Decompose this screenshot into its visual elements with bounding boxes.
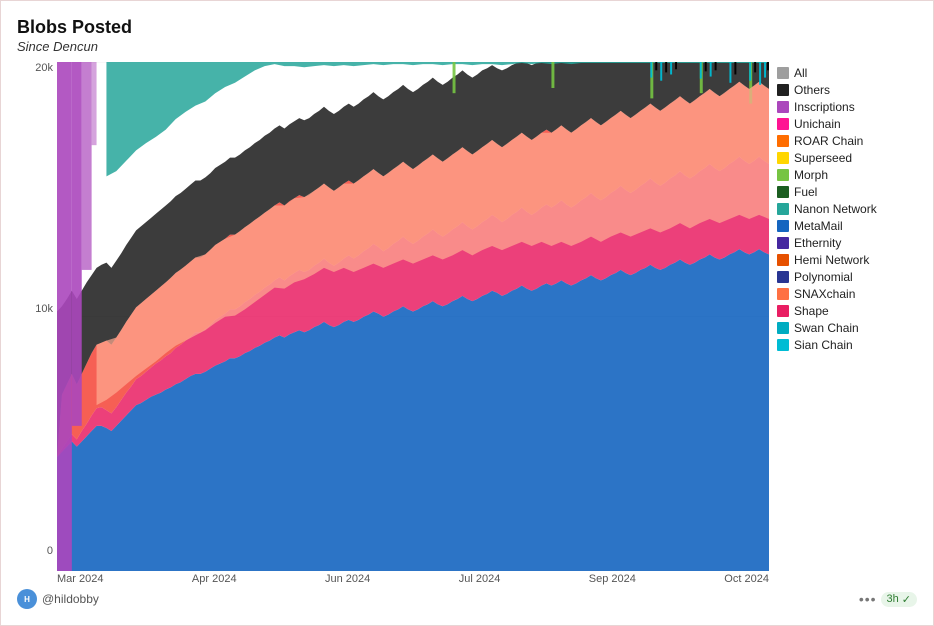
- y-label-0: 0: [47, 545, 53, 557]
- legend-item-morph: Morph: [777, 168, 917, 182]
- legend-color-fuel: [777, 186, 789, 198]
- legend-label-all: All: [794, 66, 807, 80]
- legend-item-sian: Sian Chain: [777, 338, 917, 352]
- chart-area: 20k 10k 0: [17, 62, 917, 585]
- legend-label-ethernity: Ethernity: [794, 236, 841, 250]
- y-label-20k: 20k: [35, 62, 53, 74]
- legend-item-unichain: Unichain: [777, 117, 917, 131]
- time-info: ••• 3h ✓: [859, 591, 917, 607]
- legend-color-roar: [777, 135, 789, 147]
- legend-label-metamail: MetaMail: [794, 219, 843, 233]
- legend-color-morph: [777, 169, 789, 181]
- legend: All Others Inscriptions Unichain ROAR Ch…: [777, 62, 917, 585]
- legend-color-metamail: [777, 220, 789, 232]
- legend-color-polynomial: [777, 271, 789, 283]
- main-container: Blobs Posted Since Dencun 20k 10k 0: [0, 0, 934, 626]
- legend-item-inscriptions: Inscriptions: [777, 100, 917, 114]
- legend-item-nanon: Nanon Network: [777, 202, 917, 216]
- legend-color-snaxchain: [777, 288, 789, 300]
- legend-item-swan: Swan Chain: [777, 321, 917, 335]
- legend-color-nanon: [777, 203, 789, 215]
- legend-color-inscriptions: [777, 101, 789, 113]
- legend-color-sian: [777, 339, 789, 351]
- avatar: H: [17, 589, 37, 609]
- legend-label-others: Others: [794, 83, 830, 97]
- more-icon[interactable]: •••: [859, 591, 877, 607]
- legend-label-snaxchain: SNAXchain: [794, 287, 855, 301]
- legend-label-roar: ROAR Chain: [794, 134, 863, 148]
- legend-label-inscriptions: Inscriptions: [794, 100, 855, 114]
- legend-color-others: [777, 84, 789, 96]
- legend-label-polynomial: Polynomial: [794, 270, 853, 284]
- legend-color-all: [777, 67, 789, 79]
- time-value: 3h: [887, 593, 899, 605]
- legend-item-all: All: [777, 66, 917, 80]
- legend-label-morph: Morph: [794, 168, 828, 182]
- legend-item-hemi: Hemi Network: [777, 253, 917, 267]
- x-label-jun: Jun 2024: [325, 573, 370, 585]
- chart-title: Blobs Posted: [17, 17, 917, 39]
- legend-label-fuel: Fuel: [794, 185, 817, 199]
- legend-item-fuel: Fuel: [777, 185, 917, 199]
- legend-label-shape: Shape: [794, 304, 829, 318]
- x-label-jul: Jul 2024: [459, 573, 501, 585]
- legend-label-superseed: Superseed: [794, 151, 852, 165]
- handle-text: @hildobby: [42, 592, 99, 606]
- check-icon: ✓: [902, 593, 911, 606]
- legend-label-nanon: Nanon Network: [794, 202, 877, 216]
- x-label-mar: Mar 2024: [57, 573, 103, 585]
- time-badge: 3h ✓: [881, 592, 917, 607]
- y-label-10k: 10k: [35, 303, 53, 315]
- legend-item-ethernity: Ethernity: [777, 236, 917, 250]
- legend-label-hemi: Hemi Network: [794, 253, 869, 267]
- legend-label-swan: Swan Chain: [794, 321, 859, 335]
- legend-item-others: Others: [777, 83, 917, 97]
- legend-item-roar: ROAR Chain: [777, 134, 917, 148]
- x-label-sep: Sep 2024: [589, 573, 636, 585]
- y-axis: 20k 10k 0: [17, 62, 57, 557]
- legend-color-ethernity: [777, 237, 789, 249]
- x-label-oct: Oct 2024: [724, 573, 769, 585]
- legend-item-snaxchain: SNAXchain: [777, 287, 917, 301]
- legend-item-polynomial: Polynomial: [777, 270, 917, 284]
- legend-color-shape: [777, 305, 789, 317]
- chart-subtitle: Since Dencun: [17, 39, 917, 54]
- footer: H @hildobby ••• 3h ✓: [17, 589, 917, 609]
- legend-color-swan: [777, 322, 789, 334]
- chart-svg: [57, 62, 769, 571]
- legend-color-hemi: [777, 254, 789, 266]
- legend-label-sian: Sian Chain: [794, 338, 853, 352]
- chart-canvas: [57, 62, 769, 571]
- legend-item-metamail: MetaMail: [777, 219, 917, 233]
- x-label-apr: Apr 2024: [192, 573, 237, 585]
- chart-wrapper: 20k 10k 0: [17, 62, 769, 585]
- legend-color-unichain: [777, 118, 789, 130]
- legend-label-unichain: Unichain: [794, 117, 841, 131]
- legend-item-shape: Shape: [777, 304, 917, 318]
- x-axis: Mar 2024 Apr 2024 Jun 2024 Jul 2024 Sep …: [57, 573, 769, 585]
- legend-item-superseed: Superseed: [777, 151, 917, 165]
- legend-color-superseed: [777, 152, 789, 164]
- user-handle: H @hildobby: [17, 589, 99, 609]
